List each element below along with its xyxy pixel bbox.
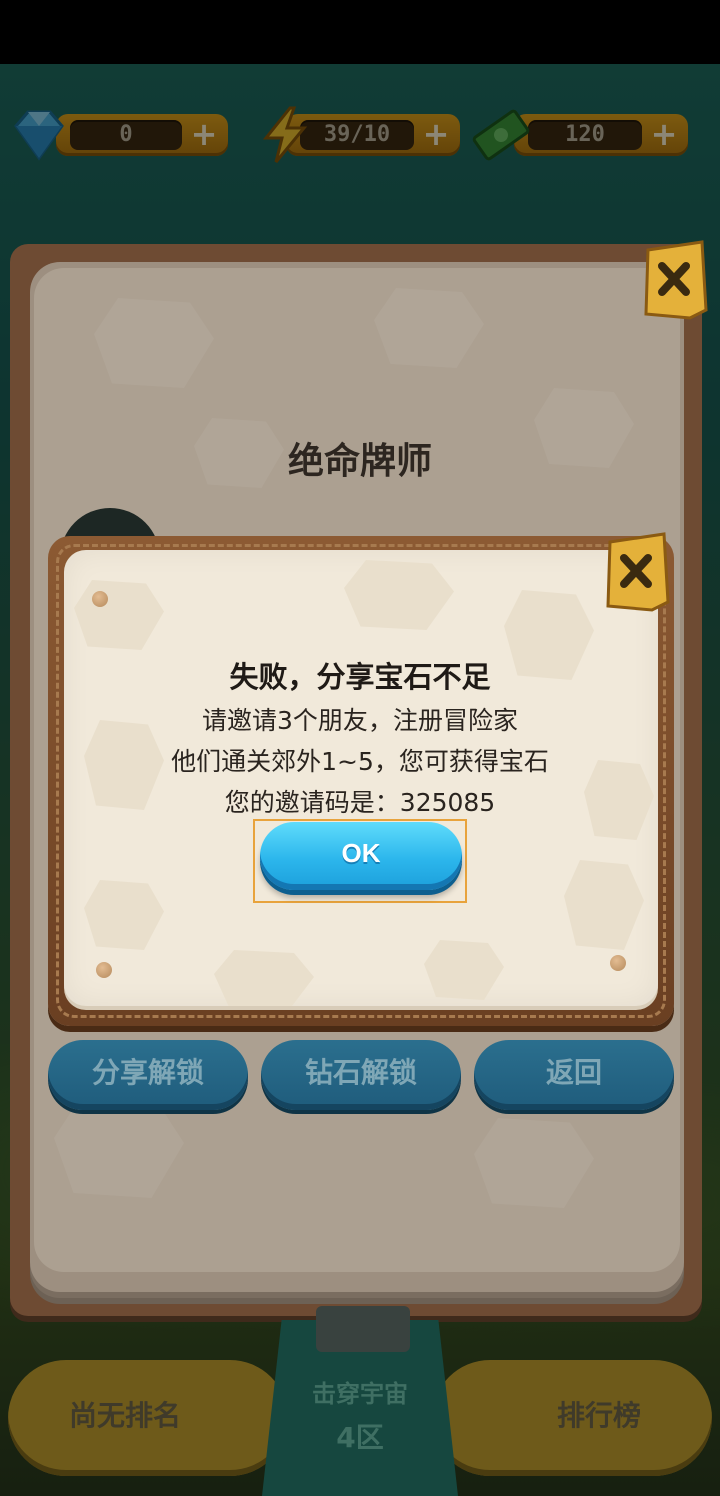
dialog-panel [64,550,658,1006]
dialog-message-line1: 请邀请3个朋友，注册冒险家 [202,706,518,735]
dialog-close-icon[interactable] [602,532,672,612]
ok-button[interactable]: OK [260,822,462,890]
status-bar [0,0,720,64]
book-title: 绝命牌师 [287,441,432,482]
invite-code-text: 您的邀请码是：325085 [224,788,496,817]
back-button[interactable]: 返回 [474,1040,674,1110]
zone-name: 击穿宇宙 [312,1380,408,1408]
pin [610,955,626,971]
zone-id: 4区 [336,1421,384,1454]
book-close-icon[interactable] [640,240,710,320]
zone-icon [316,1306,410,1352]
dialog-title: 失败，分享宝石不足 [229,660,491,694]
rank-label: 尚无排名 [68,1399,181,1432]
share-unlock-button[interactable]: 分享解锁 [48,1040,248,1110]
diamond-unlock-button[interactable]: 钻石解锁 [261,1040,461,1110]
pin [92,591,108,607]
pin [96,962,112,978]
leaderboard-label: 排行榜 [556,1399,641,1432]
dialog-message-line2: 他们通关郊外1~5，您可获得宝石 [171,747,549,776]
